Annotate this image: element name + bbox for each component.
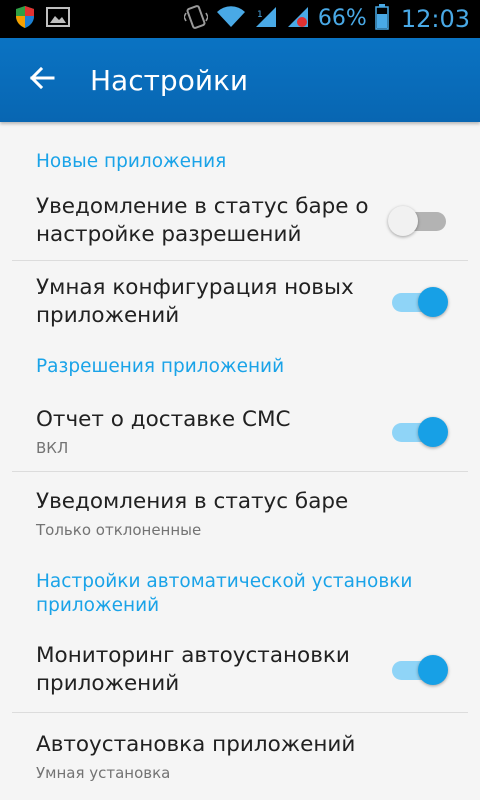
battery-icon	[375, 4, 389, 34]
page-title: Настройки	[90, 63, 249, 97]
setting-row-auto-install[interactable]: Автоустановка приложений Умная установка	[0, 713, 480, 793]
setting-title: Автоустановка приложений	[36, 732, 356, 757]
wifi-icon	[216, 5, 246, 33]
image-icon	[46, 6, 70, 32]
section-header-new-apps: Новые приложения	[36, 151, 227, 172]
status-bar: 1 66% 12:03	[0, 0, 480, 38]
vibrate-icon	[183, 4, 209, 34]
setting-summary: ВКЛ	[36, 439, 69, 457]
battery-percent: 66%	[317, 6, 367, 31]
setting-row-auto-install-monitoring[interactable]: Мониторинг автоустановки приложений	[0, 628, 480, 712]
toggle-switch-off[interactable]	[388, 201, 450, 241]
setting-row-status-bar-notifications[interactable]: Уведомления в статус баре Только отклоне…	[0, 472, 480, 556]
back-button[interactable]	[20, 58, 64, 102]
setting-title: Уведомления в статус баре	[36, 489, 349, 514]
signal-icon-1: 1	[254, 5, 278, 33]
svg-text:1: 1	[257, 10, 263, 20]
app-toolbar: Настройки	[0, 38, 480, 122]
toggle-switch-on[interactable]	[388, 650, 450, 690]
setting-title: Мониторинг автоустановки приложений	[36, 643, 350, 696]
setting-row-status-bar-permission-notice[interactable]: Уведомление в статус баре о настройке ра…	[0, 182, 480, 260]
toggle-switch-on[interactable]	[388, 412, 450, 452]
clock: 12:03	[400, 5, 470, 33]
settings-list[interactable]: Новые приложения Уведомление в статус ба…	[0, 122, 480, 800]
setting-summary: Только отклоненные	[36, 521, 202, 539]
setting-title: Умная конфигурация новых приложений	[36, 275, 354, 328]
setting-title: Уведомление в статус баре о настройке ра…	[36, 194, 369, 247]
setting-row-smart-config[interactable]: Умная конфигурация новых приложений	[0, 261, 480, 343]
section-header-app-permissions: Разрешения приложений	[36, 356, 285, 377]
toggle-switch-on[interactable]	[388, 282, 450, 322]
section-header-auto-install: Настройки автоматической установки прило…	[36, 571, 413, 616]
setting-summary: Умная установка	[36, 764, 171, 782]
arrow-back-icon	[29, 66, 55, 94]
shield-icon	[14, 5, 36, 33]
setting-title: Отчет о доставке СМС	[36, 407, 291, 432]
signal-icon-2	[286, 5, 310, 33]
setting-row-sms-delivery-report[interactable]: Отчет о доставке СМС ВКЛ	[0, 393, 480, 471]
